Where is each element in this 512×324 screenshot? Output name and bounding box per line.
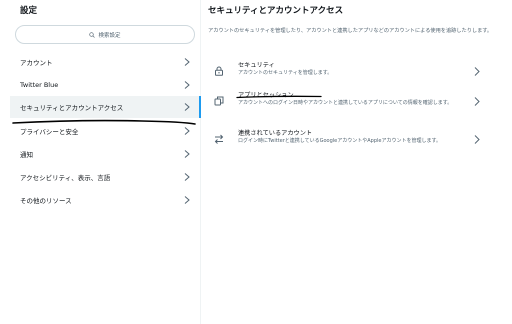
sidebar-item-label: 通知	[20, 151, 33, 159]
option-connected-accounts[interactable]: 連携されているアカウント ログイン時にTwitterと連携しているGoogleア…	[201, 124, 512, 158]
security-detail-pane: セキュリティとアカウントアクセス アカウントのセキュリティを管理したり、アカウン…	[201, 0, 512, 324]
sidebar-item-notifications[interactable]: 通知	[10, 143, 200, 165]
sidebar-item-additional-resources[interactable]: その他のリソース	[10, 189, 200, 211]
sidebar-item-security-access[interactable]: セキュリティとアカウントアクセス	[10, 96, 200, 118]
search-placeholder: 検索設定	[98, 32, 121, 39]
sidebar-item-label: その他のリソース	[20, 197, 72, 205]
apps-icon	[214, 96, 224, 106]
chevron-right-icon	[474, 97, 480, 106]
search-input[interactable]: 検索設定	[15, 25, 195, 44]
sidebar-item-label: セキュリティとアカウントアクセス	[20, 104, 124, 112]
page-title: セキュリティとアカウントアクセス	[208, 6, 344, 16]
option-security[interactable]: セキュリティ アカウントのセキュリティを管理します。	[201, 56, 512, 90]
sidebar-item-label: アクセシビリティ、表示、言語	[20, 174, 111, 182]
chevron-right-icon	[184, 127, 190, 135]
sidebar-item-twitter-blue[interactable]: Twitter Blue	[10, 74, 200, 96]
chevron-right-icon	[184, 81, 190, 89]
sidebar-title: 設定	[20, 6, 38, 16]
sidebar-item-label: Twitter Blue	[20, 81, 59, 89]
chevron-right-icon	[184, 173, 190, 181]
swap-icon	[214, 134, 224, 144]
option-description: アカウントのセキュリティを管理します。	[238, 70, 333, 76]
option-title: セキュリティ	[238, 62, 275, 69]
chevron-right-icon	[474, 135, 480, 144]
page-description: アカウントのセキュリティを管理したり、アカウントと連携したアプリなどのアカウント…	[208, 28, 493, 34]
settings-sidebar: 設定 検索設定 アカウント Twitter Blue セキュリティとアカウントア…	[0, 0, 200, 324]
option-apps-sessions[interactable]: アプリとセッション アカウントへのログイン日時やアカウントと連携しているアプリに…	[201, 86, 512, 120]
chevron-right-icon	[184, 150, 190, 158]
option-description: アカウントへのログイン日時やアカウントと連携しているアプリについての情報を確認し…	[238, 100, 453, 106]
sidebar-item-label: プライバシーと安全	[20, 128, 79, 136]
sidebar-item-accessibility[interactable]: アクセシビリティ、表示、言語	[10, 166, 200, 188]
lock-icon	[215, 66, 223, 76]
chevron-right-icon	[184, 103, 190, 111]
option-title: 連携されているアカウント	[238, 130, 313, 137]
search-icon	[89, 31, 96, 38]
pen-underline-annotation	[236, 95, 322, 99]
pen-underline-annotation	[12, 119, 196, 125]
chevron-right-icon	[474, 67, 480, 76]
chevron-right-icon	[184, 196, 190, 204]
sidebar-item-account[interactable]: アカウント	[10, 51, 200, 73]
option-description: ログイン時にTwitterと連携しているGoogleアカウントやAppleアカウ…	[238, 138, 441, 144]
chevron-right-icon	[184, 58, 190, 66]
sidebar-item-label: アカウント	[20, 59, 53, 67]
